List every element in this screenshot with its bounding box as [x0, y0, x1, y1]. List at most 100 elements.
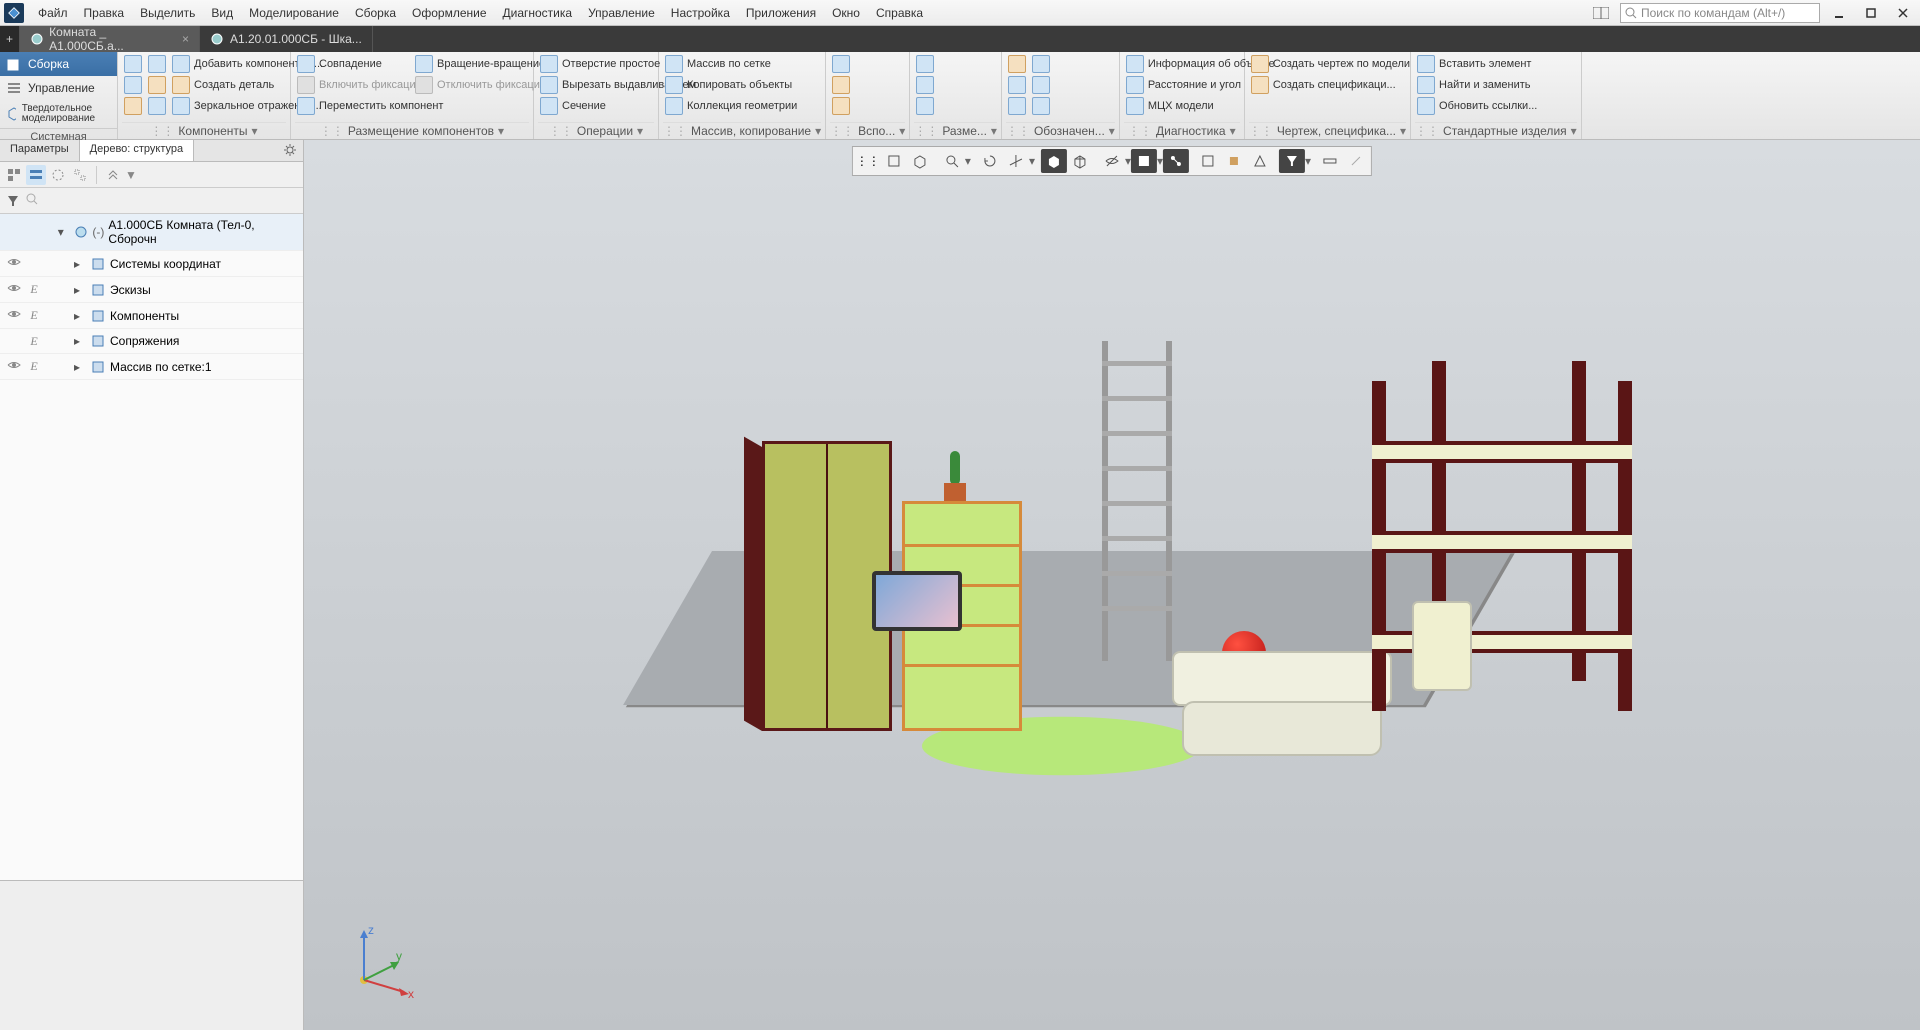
command-search[interactable]: Поиск по командам (Alt+/) — [1620, 3, 1820, 23]
hide-icon[interactable] — [1099, 149, 1125, 173]
ribbon-cmd[interactable] — [122, 96, 144, 116]
collapse-icon[interactable]: ▾ — [58, 225, 69, 239]
tree-node[interactable]: E▸Эскизы — [0, 277, 303, 303]
tree-node[interactable]: E▸Компоненты — [0, 303, 303, 329]
tree-search[interactable] — [26, 193, 299, 208]
ribbon-cmd[interactable] — [1006, 96, 1028, 116]
menu-settings[interactable]: Настройка — [663, 2, 738, 24]
close-icon[interactable]: × — [182, 32, 189, 46]
tree-mode-2-icon[interactable] — [26, 165, 46, 185]
tool-3-icon[interactable] — [1247, 149, 1273, 173]
ribbon-cmd[interactable] — [1030, 75, 1052, 95]
measure-icon[interactable] — [1317, 149, 1343, 173]
rotate-icon[interactable] — [977, 149, 1003, 173]
ribbon-cmd[interactable]: Вырезать выдавливанием — [538, 75, 654, 95]
ribbon-cmd[interactable]: Вращение-вращение — [413, 54, 529, 74]
chevron-down-icon[interactable]: ▼ — [125, 168, 137, 182]
ribbon-cmd[interactable] — [830, 75, 852, 95]
ribbon-cmd[interactable]: Расстояние и угол — [1124, 75, 1240, 95]
ribbon-cmd[interactable] — [146, 75, 168, 95]
ribbon-cmd[interactable] — [1006, 54, 1028, 74]
ribbon-cmd[interactable] — [914, 75, 936, 95]
ribbon-cmd[interactable] — [1006, 75, 1028, 95]
ribbon-cmd[interactable]: Создать спецификаци... — [1249, 75, 1365, 95]
include-icon[interactable]: E — [26, 334, 42, 349]
tree-mode-1-icon[interactable] — [4, 165, 24, 185]
ribbon-cmd[interactable]: Обновить ссылки... — [1415, 96, 1531, 116]
new-tab-button[interactable]: + — [0, 26, 20, 52]
ribbon-cmd[interactable]: Вставить элемент — [1415, 54, 1531, 74]
ribbon-cmd[interactable] — [830, 96, 852, 116]
menu-window[interactable]: Окно — [824, 2, 868, 24]
ribbon-cmd[interactable] — [122, 54, 144, 74]
zoom-icon[interactable] — [939, 149, 965, 173]
menu-assembly[interactable]: Сборка — [347, 2, 404, 24]
include-icon[interactable]: E — [26, 308, 42, 323]
menu-modeling[interactable]: Моделирование — [241, 2, 347, 24]
visibility-icon[interactable] — [6, 358, 22, 375]
ribbon-cmd[interactable] — [146, 54, 168, 74]
doc-tab-0[interactable]: Комната _ А1.000СБ.a... × — [20, 26, 200, 52]
maximize-button[interactable] — [1858, 4, 1884, 22]
menu-help[interactable]: Справка — [868, 2, 931, 24]
layout-icon[interactable] — [1588, 4, 1614, 22]
viewport-3d[interactable]: ⋮⋮ ▾ ▾ ▾ ▾ ▾ — [304, 140, 1920, 1030]
ribbon-cmd[interactable]: Зеркальное отражение... — [170, 96, 286, 116]
tree-expand-icon[interactable] — [103, 165, 123, 185]
ribbon-cmd[interactable] — [122, 75, 144, 95]
section-icon[interactable] — [1131, 149, 1157, 173]
tool-2-icon[interactable] — [1221, 149, 1247, 173]
ribbon-cmd[interactable] — [914, 54, 936, 74]
ribbon-cmd[interactable]: Совпадение — [295, 54, 411, 74]
ribbon-cmd[interactable]: Отверстие простое — [538, 54, 654, 74]
view-normal-icon[interactable] — [881, 149, 907, 173]
menu-diagnostics[interactable]: Диагностика — [495, 2, 581, 24]
ribbon-cmd[interactable]: Переместить компонент — [295, 96, 411, 116]
ribbon-cmd[interactable]: Создать чертеж по модели — [1249, 54, 1365, 74]
ribbon-cmd[interactable]: Копировать объекты — [663, 75, 779, 95]
grip-icon[interactable]: ⋮⋮ — [855, 149, 881, 173]
visibility-icon[interactable] — [6, 307, 22, 324]
tree-root[interactable]: ▾ (-) А1.000СБ Комната (Тел-0, Сборочн — [0, 214, 303, 251]
ribbon-cmd[interactable]: Включить фиксацию — [295, 75, 411, 95]
eyedropper-icon[interactable] — [1343, 149, 1369, 173]
shaded-icon[interactable] — [1041, 149, 1067, 173]
visibility-icon[interactable] — [6, 281, 22, 298]
expand-icon[interactable]: ▸ — [74, 309, 86, 323]
minimize-button[interactable] — [1826, 4, 1852, 22]
wireframe-icon[interactable] — [1067, 149, 1093, 173]
filter-toolbar-icon[interactable] — [1279, 149, 1305, 173]
tree-node[interactable]: ▸Системы координат — [0, 251, 303, 277]
ribbon-cmd[interactable] — [830, 54, 852, 74]
tree-mode-3-icon[interactable] — [48, 165, 68, 185]
expand-icon[interactable]: ▸ — [74, 334, 86, 348]
panel-tab-tree[interactable]: Дерево: структура — [80, 140, 195, 161]
menu-select[interactable]: Выделить — [132, 2, 203, 24]
menu-file[interactable]: Файл — [30, 2, 76, 24]
ribbon-cmd[interactable]: Массив по сетке — [663, 54, 779, 74]
menu-manage[interactable]: Управление — [580, 2, 663, 24]
menu-view[interactable]: Вид — [203, 2, 241, 24]
mode-assembly[interactable]: Сборка — [0, 52, 117, 76]
ribbon-cmd[interactable]: Создать деталь — [170, 75, 286, 95]
expand-icon[interactable]: ▸ — [74, 360, 86, 374]
menu-format[interactable]: Оформление — [404, 2, 494, 24]
close-button[interactable] — [1890, 4, 1916, 22]
expand-icon[interactable]: ▸ — [74, 283, 86, 297]
menu-edit[interactable]: Правка — [76, 2, 133, 24]
ribbon-cmd[interactable] — [146, 96, 168, 116]
filter-icon[interactable] — [4, 192, 22, 210]
include-icon[interactable]: E — [26, 359, 42, 374]
ribbon-cmd[interactable]: Отключить фиксацию — [413, 75, 529, 95]
ribbon-cmd[interactable]: Сечение — [538, 96, 654, 116]
tree-mode-4-icon[interactable] — [70, 165, 90, 185]
ribbon-cmd[interactable]: Найти и заменить — [1415, 75, 1531, 95]
gear-icon[interactable] — [277, 140, 303, 161]
menu-apps[interactable]: Приложения — [738, 2, 824, 24]
visibility-icon[interactable] — [6, 255, 22, 272]
include-icon[interactable]: E — [26, 282, 42, 297]
view-iso-icon[interactable] — [907, 149, 933, 173]
expand-icon[interactable]: ▸ — [74, 257, 86, 271]
mode-solid[interactable]: Твердотельное моделирование — [0, 100, 117, 128]
orient-icon[interactable] — [1003, 149, 1029, 173]
